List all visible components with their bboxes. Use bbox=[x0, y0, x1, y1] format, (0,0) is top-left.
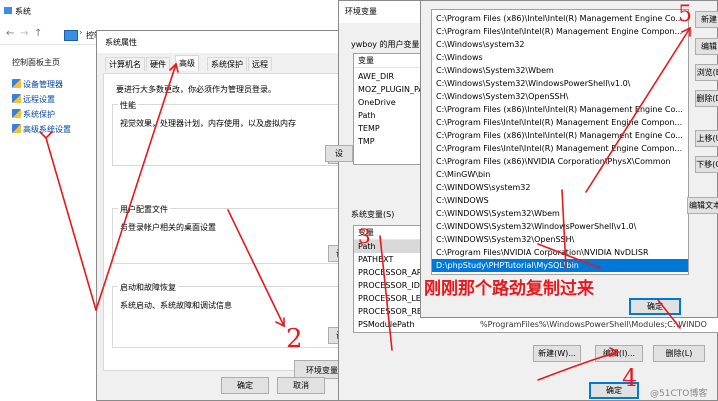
window-title: 系统 bbox=[15, 7, 31, 16]
path-entry[interactable]: C:\Program Files (x86)\NVIDIA Corporatio… bbox=[432, 155, 688, 168]
path-entry[interactable]: D:\phpStudy\PHPTutorial\MySQL\bin bbox=[432, 259, 688, 272]
delete-path-button[interactable]: 删除(D bbox=[695, 90, 718, 107]
path-entry[interactable]: C:\Program Files\Intel\Intel(R) Manageme… bbox=[432, 142, 688, 155]
startup-recovery-group bbox=[112, 286, 352, 348]
move-down-button[interactable]: 下移(O bbox=[695, 156, 718, 173]
edit-path-button[interactable]: 编辑 bbox=[695, 38, 718, 55]
edit-environment-variable-dialog: C:\Program Files (x86)\Intel\Intel(R) Ma… bbox=[420, 0, 718, 318]
annotation-step2: 2 bbox=[286, 324, 303, 354]
path-entry[interactable]: C:\Windows\System32\Wbem bbox=[432, 64, 688, 77]
path-entry[interactable]: C:\WINDOWS\system32 bbox=[432, 181, 688, 194]
path-entry[interactable]: C:\Program Files\Intel\Intel(R) Manageme… bbox=[432, 116, 688, 129]
back-arrow-icon[interactable]: ← bbox=[6, 28, 14, 39]
path-entry[interactable]: C:\WINDOWS\System32\WindowsPowerShell\v1… bbox=[432, 220, 688, 233]
annotation-step4: 4 bbox=[622, 364, 638, 392]
system-vars-label: 系统变量(S) bbox=[351, 210, 395, 219]
shield-icon bbox=[12, 94, 21, 103]
cancel-button[interactable]: 取消 bbox=[277, 377, 325, 394]
sidebar-item-label: 高级系统设置 bbox=[23, 125, 71, 134]
tab-strip: 计算机名 硬件 高级 系统保护 远程 bbox=[103, 55, 347, 73]
admin-note: 要进行大多数更改，你必须作为管理员登录。 bbox=[116, 85, 276, 94]
sidebar-item-label: 系统保护 bbox=[23, 110, 55, 119]
system-properties-dialog: 系统属性 计算机名 硬件 高级 系统保护 远程 要进行大多数更改，你必须作为管理… bbox=[96, 30, 354, 401]
shield-icon bbox=[12, 124, 21, 133]
user-profiles-desc: 与登录帐户相关的桌面设置 bbox=[120, 223, 216, 232]
sidebar-item-advanced[interactable]: 高级系统设置 bbox=[12, 124, 71, 136]
system-var-name: PSModulePath bbox=[358, 320, 415, 329]
up-arrow-icon[interactable]: ↑ bbox=[34, 28, 42, 39]
path-entry[interactable]: C:\Program Files (x86)\Intel\Intel(R) Ma… bbox=[432, 129, 688, 142]
new-path-button[interactable]: 新建 bbox=[695, 11, 718, 28]
forward-arrow-icon[interactable]: → bbox=[20, 28, 28, 39]
tab-panel: 要进行大多数更改，你必须作为管理员登录。 性能 视觉效果，处理器计划，内存使用，… bbox=[103, 73, 352, 379]
user-profiles-heading: 用户配置文件 bbox=[118, 204, 170, 215]
tab-advanced[interactable]: 高级 bbox=[175, 55, 199, 71]
title-bar: 系统 bbox=[0, 0, 340, 22]
list-item[interactable]: PSModulePath %ProgramFiles%\WindowsPower… bbox=[354, 318, 718, 331]
tab-hardware[interactable]: 硬件 bbox=[146, 57, 170, 71]
sidebar-title[interactable]: 控制面板主页 bbox=[12, 57, 60, 68]
path-entry[interactable]: C:\WINDOWS bbox=[432, 194, 688, 207]
user-vars-settings-button[interactable]: 设 bbox=[325, 145, 353, 162]
browse-button[interactable]: 浏览(B bbox=[695, 64, 718, 81]
path-entry[interactable]: C:\Program Files (x86)\Intel\Intel(R) Ma… bbox=[432, 12, 688, 25]
sidebar-item-label: 设备管理器 bbox=[23, 80, 63, 89]
user-profiles-group bbox=[112, 208, 352, 264]
move-up-button[interactable]: 上移(U bbox=[695, 130, 718, 147]
path-entry[interactable]: C:\Windows bbox=[432, 51, 688, 64]
path-entry[interactable]: C:\MinGW\bin bbox=[432, 168, 688, 181]
path-entry[interactable]: C:\Windows\System32\WindowsPowerShell\v1… bbox=[432, 77, 688, 90]
path-entry[interactable]: C:\Windows\System32\OpenSSH\ bbox=[432, 90, 688, 103]
edit-ok-button[interactable]: 确定 bbox=[629, 298, 681, 315]
path-entry[interactable]: C:\Program Files (x86)\Intel\Intel(R) Ma… bbox=[432, 103, 688, 116]
sidebar-item-protection[interactable]: 系统保护 bbox=[12, 109, 55, 121]
breadcrumb-separator-icon: › bbox=[79, 28, 83, 38]
tab-system-protection[interactable]: 系统保护 bbox=[207, 57, 247, 71]
performance-group bbox=[112, 104, 352, 166]
shield-icon bbox=[12, 79, 21, 88]
watermark: @51CTO博客 bbox=[650, 389, 708, 399]
dialog-title: 系统属性 bbox=[105, 38, 137, 47]
dialog-title-bar: 系统属性 bbox=[97, 31, 353, 53]
path-entry[interactable]: C:\Program Files\NVIDIA Corporation\NVID… bbox=[432, 246, 688, 259]
delete-system-var-button[interactable]: 删除(L) bbox=[653, 345, 705, 362]
system-icon bbox=[4, 7, 12, 14]
path-rows: C:\Program Files (x86)\Intel\Intel(R) Ma… bbox=[432, 12, 688, 272]
sidebar-item-remote[interactable]: 远程设置 bbox=[12, 94, 55, 106]
sidebar-item-label: 远程设置 bbox=[23, 95, 55, 104]
performance-desc: 视觉效果，处理器计划，内存使用，以及虚拟内存 bbox=[120, 119, 296, 128]
path-entry[interactable]: C:\WINDOWS\System32\Wbem bbox=[432, 207, 688, 220]
annotation-note: 刚刚那个路劲复制过来 bbox=[424, 279, 594, 299]
tab-computer-name[interactable]: 计算机名 bbox=[105, 57, 145, 71]
tab-remote[interactable]: 远程 bbox=[248, 57, 272, 71]
ok-button[interactable]: 确定 bbox=[221, 377, 269, 394]
edit-text-button[interactable]: 编辑文本 bbox=[687, 197, 718, 214]
startup-recovery-desc: 系统启动、系统故障和调试信息 bbox=[120, 301, 232, 310]
edit-system-var-button[interactable]: 编辑(I)... bbox=[595, 345, 643, 362]
path-list[interactable]: C:\Program Files (x86)\Intel\Intel(R) Ma… bbox=[431, 9, 689, 275]
env-title: 环境变量 bbox=[345, 7, 377, 16]
performance-heading: 性能 bbox=[118, 100, 138, 111]
sidebar-item-device-manager[interactable]: 设备管理器 bbox=[12, 79, 63, 91]
new-system-var-button[interactable]: 新建(W)... bbox=[533, 345, 581, 362]
path-entry[interactable]: C:\WINDOWS\System32\OpenSSH\ bbox=[432, 233, 688, 246]
system-var-value: %ProgramFiles%\WindowsPowerShell\Modules… bbox=[480, 320, 707, 329]
path-entry[interactable]: C:\Windows\system32 bbox=[432, 38, 688, 51]
annotation-step5: 5 bbox=[678, 2, 692, 27]
startup-recovery-heading: 启动和故障恢复 bbox=[118, 282, 178, 293]
computer-icon bbox=[64, 30, 78, 41]
path-entry[interactable]: C:\Program Files\Intel\Intel(R) Manageme… bbox=[432, 25, 688, 38]
annotation-step3: 3 bbox=[358, 224, 371, 248]
shield-icon bbox=[12, 109, 21, 118]
